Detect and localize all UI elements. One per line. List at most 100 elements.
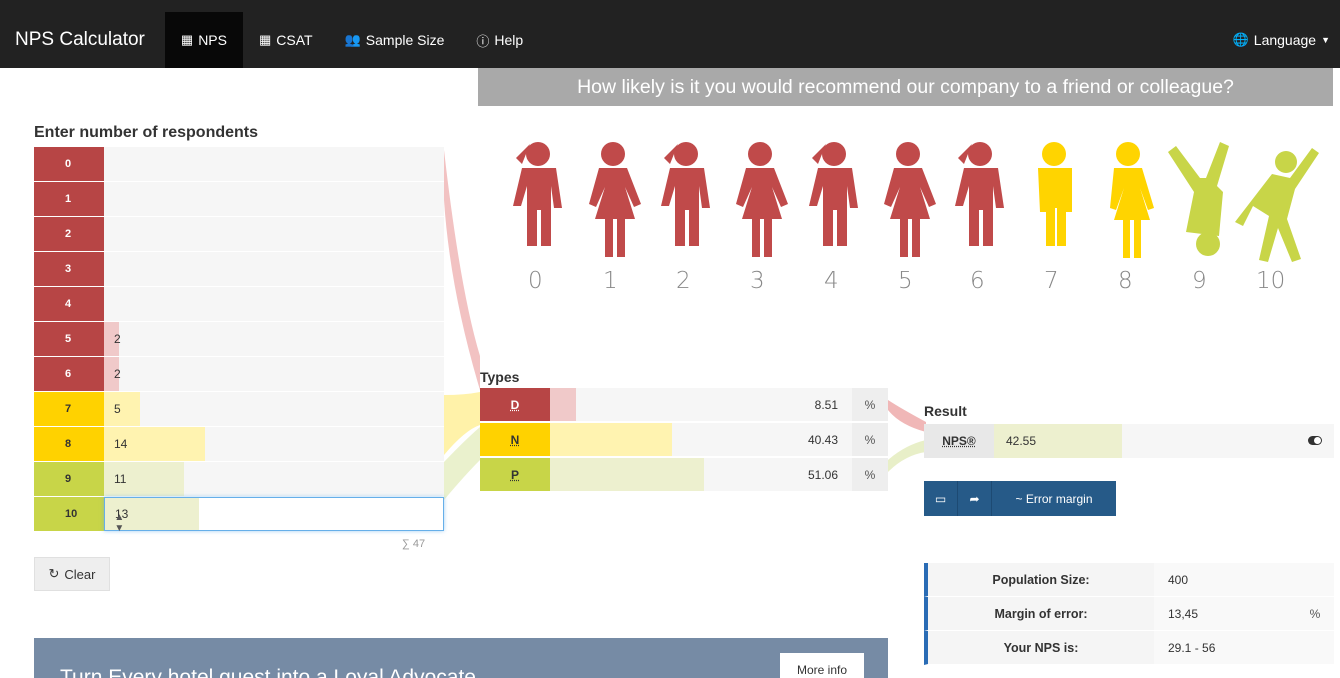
type-label[interactable]: N: [480, 423, 550, 456]
score-label: 3: [34, 252, 104, 286]
top-navbar: NPS Calculator ▦ NPS ▦ CSAT 👥 Sample Siz…: [0, 0, 1340, 68]
nav-help[interactable]: ⓘ Help: [460, 12, 539, 68]
respondent-count: 5: [114, 402, 121, 416]
clear-button[interactable]: ↻ Clear: [34, 557, 110, 591]
type-value: 40.43: [550, 423, 852, 456]
calculator-icon: ▦: [258, 32, 272, 47]
promo-text: Turn Every hotel guest into a Loyal Advo…: [60, 666, 476, 678]
stats-table: Population Size: 400 Margin of error: 13,4…: [924, 563, 1334, 665]
percent-unit: %: [852, 458, 888, 491]
respondent-input[interactable]: 5: [104, 392, 444, 426]
type-row-passives: N 40.43 %: [480, 423, 888, 457]
figure-7-icon: [1038, 142, 1072, 246]
scale-label: 7: [1044, 268, 1059, 294]
figure-6-icon: [955, 142, 1004, 246]
type-percent-value: 8.51: [814, 397, 838, 412]
error-margin-button[interactable]: ~ Error margin: [992, 481, 1116, 516]
type-bar: [550, 423, 673, 456]
type-label[interactable]: P: [480, 458, 550, 491]
globe-icon: 🌐: [1232, 32, 1249, 47]
scale-label: 3: [750, 268, 765, 294]
nav-help-label: Help: [494, 32, 524, 48]
scale-label: 9: [1192, 268, 1207, 294]
display-button[interactable]: ▭: [924, 481, 958, 516]
respondent-input[interactable]: 11: [104, 462, 444, 496]
users-icon: 👥: [344, 32, 361, 47]
respondent-row: 62: [34, 357, 444, 392]
score-label: 0: [34, 147, 104, 181]
types-title: Types: [480, 369, 520, 385]
respondent-input[interactable]: [104, 217, 444, 251]
scale-label: 2: [676, 268, 691, 294]
nav-sample-size[interactable]: 👥 Sample Size: [329, 12, 461, 68]
type-percent-value: 51.06: [807, 467, 838, 482]
stat-label: Population Size:: [992, 572, 1090, 587]
scale-label: 1: [603, 268, 618, 294]
nav-nps-label: NPS: [198, 32, 227, 48]
nps-label[interactable]: NPS®: [924, 424, 994, 458]
respondent-row: 3: [34, 252, 444, 287]
share-icon: ➦: [969, 491, 980, 506]
nps-value: 42.55: [1006, 434, 1037, 448]
respondent-input[interactable]: 14: [104, 427, 444, 461]
stat-unit: [1296, 563, 1334, 596]
result-title: Result: [924, 403, 967, 419]
respondent-row: 9 11: [34, 462, 444, 497]
score-label: 2: [34, 217, 104, 251]
respondent-input-active[interactable]: 13 ▲ ▼: [104, 497, 444, 534]
respondent-count: 11: [114, 472, 127, 486]
score-label: 4: [34, 287, 104, 321]
score-label: 9: [34, 462, 104, 496]
respondent-input[interactable]: 2: [104, 322, 444, 356]
rating-figures: [513, 142, 1319, 262]
respondent-count: 14: [114, 437, 128, 451]
nav-csat-label: CSAT: [276, 32, 313, 48]
detractor-figures: [513, 142, 1004, 257]
respondent-count: 2: [114, 367, 121, 381]
figure-10-icon: [1235, 148, 1319, 262]
nav-nps[interactable]: ▦ NPS: [164, 12, 243, 68]
stat-unit: [1296, 631, 1334, 664]
respondent-input[interactable]: [104, 252, 444, 286]
more-info-button[interactable]: More info: [780, 653, 864, 678]
score-label: 5: [34, 322, 104, 356]
respondent-count: 2: [114, 332, 121, 346]
caret-down-icon: ▼: [1321, 35, 1330, 45]
stats-row: Margin of error: 13,45%: [924, 597, 1334, 631]
stats-row: Your NPS is: 29.1 - 56: [924, 631, 1334, 665]
score-label: 7: [34, 392, 104, 426]
info-circle-icon: ⓘ: [476, 33, 490, 49]
respondent-input[interactable]: [104, 182, 444, 216]
question-banner: How likely is it you would recommend our…: [478, 68, 1333, 106]
error-margin-label: ~ Error margin: [1015, 491, 1093, 506]
figure-9-icon: [1168, 142, 1229, 256]
type-label[interactable]: D: [480, 388, 550, 421]
respondent-input[interactable]: [104, 147, 444, 181]
refresh-icon: ↻: [48, 566, 60, 581]
stat-value: 29.1 - 56: [1154, 631, 1296, 664]
scale-label: 10: [1256, 268, 1286, 294]
score-label: 10: [34, 497, 104, 531]
type-value: 8.51: [550, 388, 852, 421]
percent-unit: %: [852, 423, 888, 456]
scale-label: 8: [1118, 268, 1133, 294]
spinner-icon[interactable]: ▲ ▼: [114, 512, 124, 534]
respondent-sum: ∑ 47: [402, 538, 426, 550]
share-button[interactable]: ➦: [958, 481, 992, 516]
respondent-row: 1: [34, 182, 444, 217]
figure-3-icon: [736, 142, 788, 257]
type-value: 51.06: [550, 458, 852, 491]
type-bar: [550, 458, 705, 491]
toggle-icon[interactable]: [1308, 436, 1322, 445]
figure-5-icon: [884, 142, 936, 257]
score-label: 6: [34, 357, 104, 391]
language-dropdown[interactable]: 🌐 Language ▼: [1217, 12, 1340, 68]
figure-8-icon: [1110, 142, 1154, 258]
app-brand[interactable]: NPS Calculator: [0, 29, 165, 51]
scale-label: 6: [970, 268, 985, 294]
respondent-input[interactable]: [104, 287, 444, 321]
type-row-detractors: D 8.51 %: [480, 388, 888, 422]
respondent-input[interactable]: 2: [104, 357, 444, 391]
nav-csat[interactable]: ▦ CSAT: [243, 12, 329, 68]
percent-unit: %: [852, 388, 888, 421]
